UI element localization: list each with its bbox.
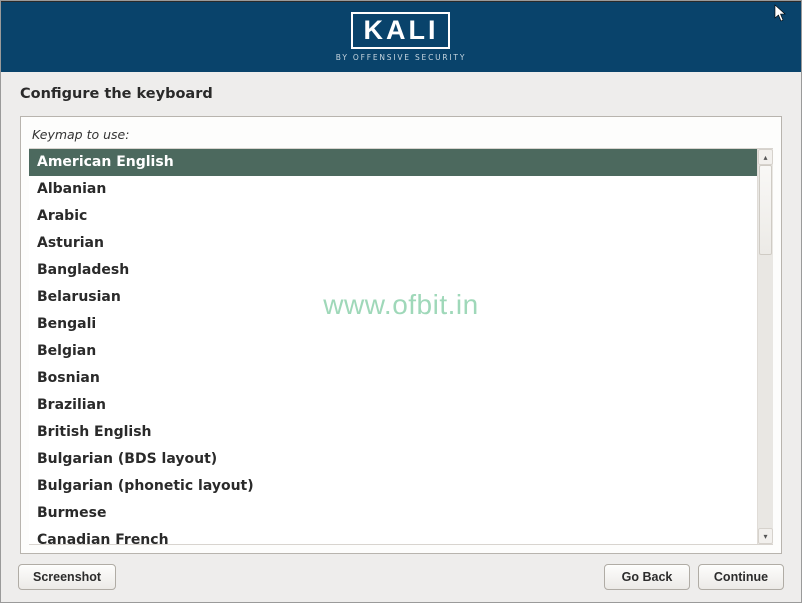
page-title: Configure the keyboard <box>20 86 782 102</box>
list-item[interactable]: Belgian <box>29 338 757 365</box>
scroll-up-icon[interactable]: ▴ <box>758 149 773 165</box>
scrollbar[interactable]: ▴ ▾ <box>757 149 773 544</box>
list-item[interactable]: Bangladesh <box>29 257 757 284</box>
scroll-thumb[interactable] <box>759 165 772 255</box>
keymap-listbox-wrap: American EnglishAlbanianArabicAsturianBa… <box>29 148 773 545</box>
logo-box: KALI <box>351 12 450 49</box>
list-item[interactable]: Asturian <box>29 230 757 257</box>
list-item[interactable]: British English <box>29 419 757 446</box>
list-item[interactable]: Belarusian <box>29 284 757 311</box>
go-back-button[interactable]: Go Back <box>604 564 690 590</box>
list-item[interactable]: Burmese <box>29 500 757 527</box>
logo-text: KALI <box>363 15 438 45</box>
logo-tagline: BY OFFENSIVE SECURITY <box>336 53 466 62</box>
keymap-listbox[interactable]: American EnglishAlbanianArabicAsturianBa… <box>29 149 757 544</box>
screenshot-button[interactable]: Screenshot <box>18 564 116 590</box>
top-stripe <box>0 0 802 2</box>
list-item[interactable]: Bulgarian (phonetic layout) <box>29 473 757 500</box>
list-item[interactable]: Brazilian <box>29 392 757 419</box>
kali-logo: KALI BY OFFENSIVE SECURITY <box>336 12 466 62</box>
button-bar: Screenshot Go Back Continue <box>0 554 802 600</box>
scroll-track[interactable] <box>758 165 773 528</box>
list-item[interactable]: Bulgarian (BDS layout) <box>29 446 757 473</box>
list-item[interactable]: Canadian French <box>29 527 757 544</box>
list-item[interactable]: American English <box>29 149 757 176</box>
list-item[interactable]: Arabic <box>29 203 757 230</box>
keymap-label: Keymap to use: <box>32 127 773 142</box>
continue-button[interactable]: Continue <box>698 564 784 590</box>
list-item[interactable]: Albanian <box>29 176 757 203</box>
header-banner: KALI BY OFFENSIVE SECURITY <box>0 0 802 72</box>
scroll-down-icon[interactable]: ▾ <box>758 528 773 544</box>
keymap-panel: Keymap to use: American EnglishAlbanianA… <box>20 116 782 554</box>
list-item[interactable]: Bosnian <box>29 365 757 392</box>
list-item[interactable]: Bengali <box>29 311 757 338</box>
